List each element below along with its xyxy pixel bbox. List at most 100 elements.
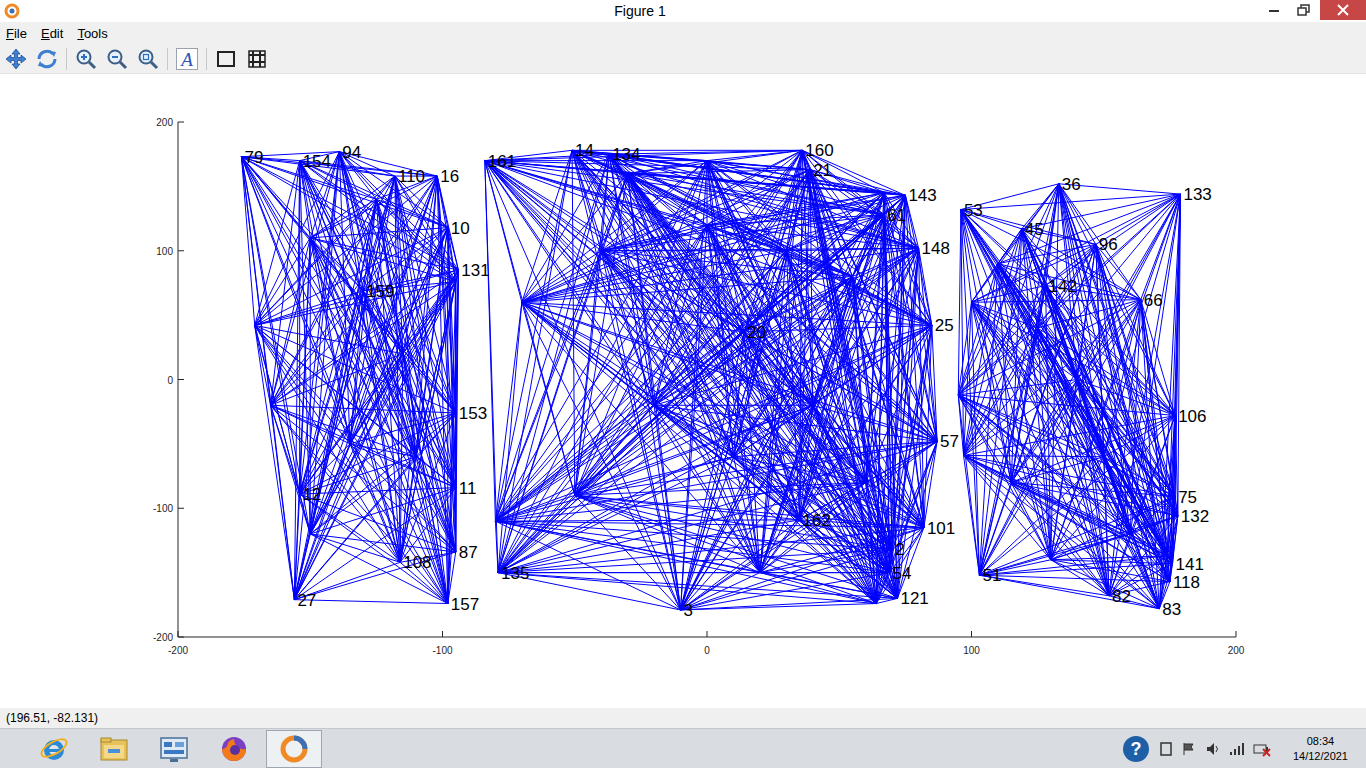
graph-edge: [998, 264, 1159, 609]
graph-edge: [255, 325, 448, 603]
graph-edge: [498, 572, 760, 573]
graph-edge: [998, 264, 1077, 380]
taskbar-app[interactable]: [146, 730, 202, 768]
speaker-icon[interactable]: [1205, 741, 1221, 757]
firefox-icon: [218, 733, 250, 765]
taskbar-app[interactable]: [26, 730, 82, 768]
graph-edge: [448, 282, 456, 604]
node-label: 154: [303, 152, 331, 171]
graph-edge: [522, 302, 744, 332]
taskbar-app[interactable]: [86, 730, 142, 768]
pan-icon[interactable]: [4, 47, 28, 71]
graph-edge: [1051, 380, 1077, 560]
node-label: 51: [982, 566, 1001, 585]
box-icon[interactable]: [214, 47, 238, 71]
close-icon[interactable]: [1320, 0, 1366, 20]
graph-edge: [760, 573, 898, 599]
toolbar-separator: [66, 48, 67, 70]
figure-canvas[interactable]: -200-10001002002001000-100-2007915494110…: [0, 74, 1366, 708]
folder-icon: [98, 733, 130, 765]
graph-edge: [964, 455, 1168, 555]
node-label: 20: [747, 323, 766, 342]
auto-zoom-icon[interactable]: [136, 47, 160, 71]
graph-edge: [271, 405, 416, 457]
graph-edge: [786, 251, 897, 599]
node-label: 2: [895, 540, 904, 559]
node-label: 94: [342, 143, 361, 162]
graph-edge: [707, 161, 884, 215]
node-label: 16: [440, 167, 459, 186]
node-label: 110: [398, 167, 425, 186]
graph-edge: [958, 210, 961, 395]
graph-edge: [255, 325, 456, 487]
node-label: 57: [940, 432, 959, 451]
node-label: 54: [893, 564, 912, 583]
taskbar-app[interactable]: [266, 730, 322, 768]
battery-icon[interactable]: [1253, 741, 1271, 757]
taskbar-app[interactable]: [206, 730, 262, 768]
graph-edge: [495, 161, 707, 522]
cursor-coordinates: (196.51, -82.131): [6, 711, 98, 725]
clock-date: 14/12/2021: [1293, 749, 1348, 763]
graph-edge: [310, 238, 416, 457]
menu-item[interactable]: File: [6, 26, 27, 41]
svg-text:0: 0: [704, 645, 710, 656]
graph-edge: [300, 161, 456, 488]
graph-edge: [964, 184, 1059, 456]
node-label: 118: [1173, 573, 1200, 592]
graph-edge: [255, 228, 448, 326]
device-icon[interactable]: [1159, 741, 1173, 757]
node-label: 121: [900, 589, 928, 608]
help-icon[interactable]: ?: [1121, 734, 1151, 764]
clock[interactable]: 08:3414/12/2021: [1293, 734, 1348, 763]
graph-edge: [255, 176, 438, 325]
menu-item[interactable]: Tools: [77, 26, 107, 41]
node-label: 161: [488, 152, 516, 171]
graph-edge: [1038, 300, 1141, 328]
node-label: 3: [684, 601, 693, 620]
graph-edge: [786, 251, 865, 483]
menu-item[interactable]: Edit: [41, 26, 63, 41]
graph-edge: [575, 495, 760, 572]
zoom-out-icon[interactable]: [105, 47, 129, 71]
graph-edge: [707, 161, 897, 599]
graph-edges: [241, 150, 1180, 610]
graph-edge: [403, 354, 448, 604]
graph-edge: [255, 325, 403, 353]
graph-edge: [1051, 534, 1130, 560]
minimize-icon[interactable]: [1260, 0, 1288, 20]
node-label: 87: [459, 543, 478, 562]
status-bar: (196.51, -82.131): [0, 708, 1366, 728]
node-label: 14: [575, 141, 594, 160]
graph-labels: 7915494110161013115915311128710827157161…: [244, 141, 1211, 620]
graph-edge: [654, 277, 852, 406]
graph-edge: [572, 150, 654, 405]
restore-icon[interactable]: [1290, 0, 1318, 20]
flag-icon[interactable]: [1181, 741, 1197, 757]
graph-edge: [575, 483, 866, 496]
node-label: 157: [451, 595, 479, 614]
graph-edge: [1046, 194, 1181, 285]
svg-text:0: 0: [167, 375, 173, 386]
graph-edge: [271, 238, 311, 405]
rotate-icon[interactable]: [35, 47, 59, 71]
grid-icon[interactable]: [245, 47, 269, 71]
graph-edge: [654, 405, 760, 572]
node-label: 153: [459, 404, 487, 423]
graph-edge: [271, 176, 395, 405]
graph-edge: [271, 405, 295, 599]
svg-text:-100: -100: [432, 645, 452, 656]
network-icon[interactable]: [1229, 741, 1245, 757]
node-label: 75: [1178, 488, 1197, 507]
node-label: 82: [1112, 587, 1131, 606]
graph-edge: [416, 413, 456, 457]
octave-icon: [278, 733, 310, 765]
graph-edge: [813, 325, 932, 405]
zoom-in-icon[interactable]: [74, 47, 98, 71]
graph-edge: [964, 455, 1104, 456]
graph-edge: [979, 483, 1011, 576]
text-tool-icon[interactable]: A: [175, 47, 199, 71]
graph-edge: [310, 238, 350, 444]
node-label: 143: [908, 186, 936, 205]
graph-edge: [628, 174, 885, 215]
